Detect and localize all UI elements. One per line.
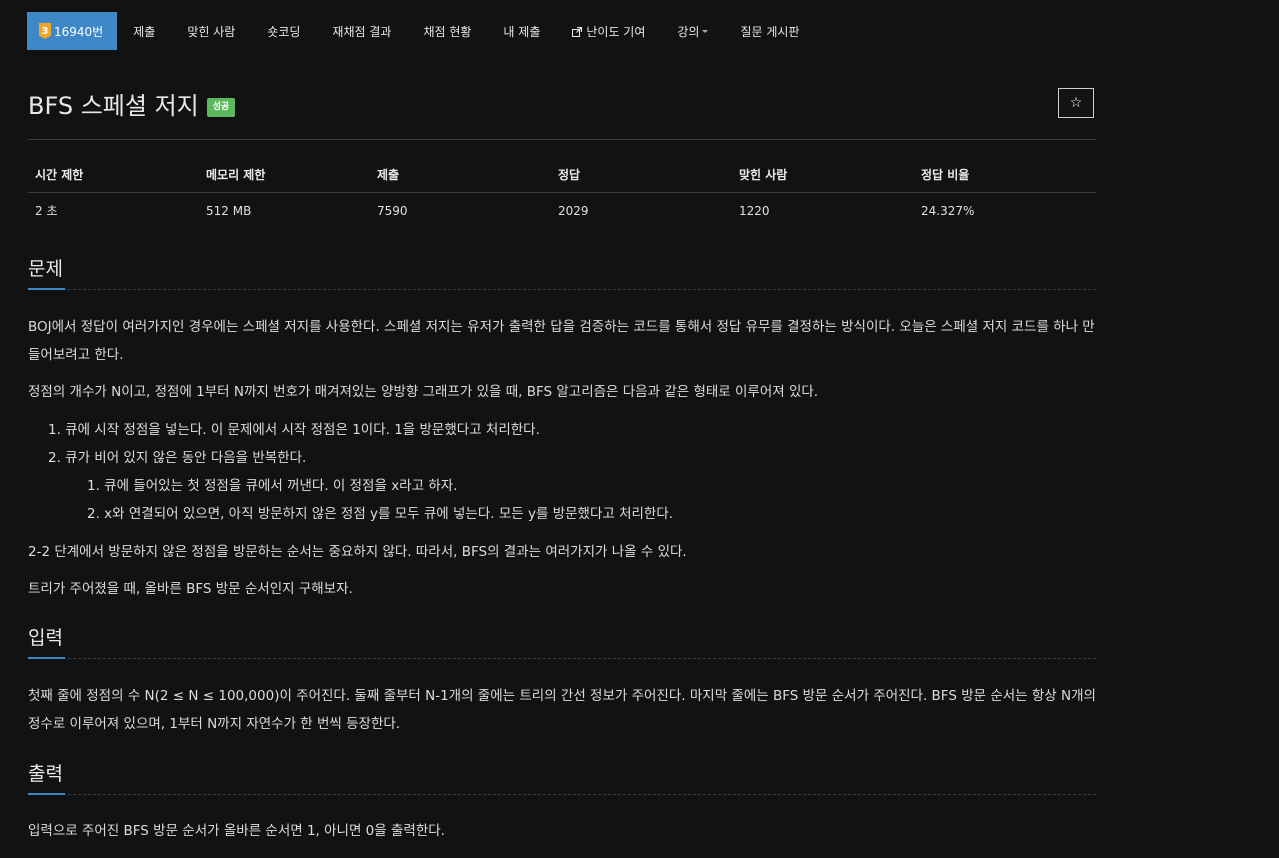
star-icon: ☆	[1069, 95, 1083, 111]
input-paragraph: 첫째 줄에 정점의 수 N(2 ≤ N ≤ 100,000)이 주어진다. 둘째…	[28, 688, 1096, 732]
external-link-icon	[572, 26, 583, 37]
problem-paragraph-3: 2-2 단계에서 방문하지 않은 정점을 방문하는 순서는 중요하지 않다. 따…	[28, 544, 687, 560]
section-accent	[28, 657, 65, 659]
list-item: 1. 큐에 들어있는 첫 정점을 큐에서 꺼낸다. 이 정점을 x라고 하자.	[87, 478, 458, 494]
list-item: 1. 큐에 시작 정점을 넣는다. 이 문제에서 시작 정점은 1이다. 1을 …	[48, 422, 540, 438]
header-accept-ratio: 정답 비율	[914, 158, 1096, 193]
problem-number-label: 16940번	[54, 24, 104, 39]
list-item: 2. x와 연결되어 있으면, 아직 방문하지 않은 정점 y를 모두 큐에 넣…	[87, 506, 674, 522]
output-paragraph: 입력으로 주어진 BFS 방문 순서가 올바른 순서면 1, 아니면 0을 출력…	[28, 823, 445, 839]
status-badge: 성공	[206, 98, 236, 117]
nav-difficulty-label: 난이도 기여	[586, 24, 646, 39]
nav-my-submissions[interactable]: 내 제출	[487, 12, 556, 50]
section-divider	[28, 658, 1096, 659]
input-section-header: 입력	[28, 623, 1096, 659]
nav-difficulty-contribution[interactable]: 난이도 기여	[556, 12, 661, 50]
nav-question-board[interactable]: 질문 게시판	[724, 12, 815, 50]
page: 3 16940번 제출 맞힌 사람 숏코딩 재채점 결과 채점 현황 내 제출 …	[0, 0, 1279, 858]
problem-paragraph-1: BOJ에서 정답이 여러가지인 경우에는 스페셜 저지를 사용한다. 스페셜 저…	[28, 319, 1095, 363]
solved-users-value: 1220	[739, 203, 770, 218]
nav-problem-number[interactable]: 3 16940번	[27, 12, 118, 50]
tier-badge-icon: 3	[39, 23, 51, 39]
title-divider	[28, 139, 1096, 140]
time-limit-value: 2 초	[35, 204, 58, 218]
header-accepted: 정답	[551, 158, 732, 193]
problem-nav: 3 16940번 제출 맞힌 사람 숏코딩 재채점 결과 채점 현황 내 제출 …	[27, 12, 815, 50]
problem-title: BFS 스페셜 저지	[28, 92, 199, 120]
header-submissions: 제출	[370, 158, 551, 193]
problem-heading: 문제	[28, 258, 63, 280]
nav-rejudge-results[interactable]: 재채점 결과	[316, 12, 407, 50]
problem-section-header: 문제	[28, 254, 1096, 290]
accepted-value: 2029	[558, 203, 589, 218]
output-heading: 출력	[28, 763, 63, 785]
section-accent	[28, 288, 65, 290]
header-solved-users: 맞힌 사람	[732, 158, 914, 193]
nav-short-coding[interactable]: 숏코딩	[251, 12, 316, 50]
memory-limit-value: 512 MB	[206, 203, 252, 218]
list-item: 2. 큐가 비어 있지 않은 동안 다음을 반복한다.	[48, 450, 307, 466]
accept-ratio-value: 24.327%	[921, 203, 975, 218]
problem-title-row: BFS 스페셜 저지 성공	[28, 86, 236, 121]
table-header-row: 시간 제한 메모리 제한 제출 정답 맞힌 사람 정답 비율	[28, 158, 1096, 193]
nav-lectures-label: 강의	[677, 24, 700, 39]
nav-submit[interactable]: 제출	[117, 12, 171, 50]
nav-solved-users[interactable]: 맞힌 사람	[171, 12, 251, 50]
problem-paragraph-4: 트리가 주어졌을 때, 올바른 BFS 방문 순서인지 구해보자.	[28, 581, 353, 597]
submissions-value: 7590	[377, 203, 408, 218]
chevron-down-icon	[702, 29, 709, 33]
problem-paragraph-2: 정점의 개수가 N이고, 정점에 1부터 N까지 번호가 매겨져있는 양방향 그…	[28, 384, 819, 400]
section-divider	[28, 289, 1096, 290]
section-accent	[28, 793, 65, 795]
section-divider	[28, 794, 1096, 795]
table-row: 2 초 512 MB 7590 2029 1220 24.327%	[28, 193, 1096, 229]
nav-judge-status[interactable]: 채점 현황	[407, 12, 487, 50]
header-memory-limit: 메모리 제한	[199, 158, 370, 193]
favorite-star-button[interactable]: ☆	[1058, 88, 1094, 118]
nav-lectures-dropdown[interactable]: 강의	[661, 12, 724, 50]
input-heading: 입력	[28, 627, 63, 649]
problem-info-table: 시간 제한 메모리 제한 제출 정답 맞힌 사람 정답 비율 2 초 512 M…	[28, 158, 1096, 228]
header-time-limit: 시간 제한	[28, 158, 199, 193]
output-section-header: 출력	[28, 759, 1096, 795]
